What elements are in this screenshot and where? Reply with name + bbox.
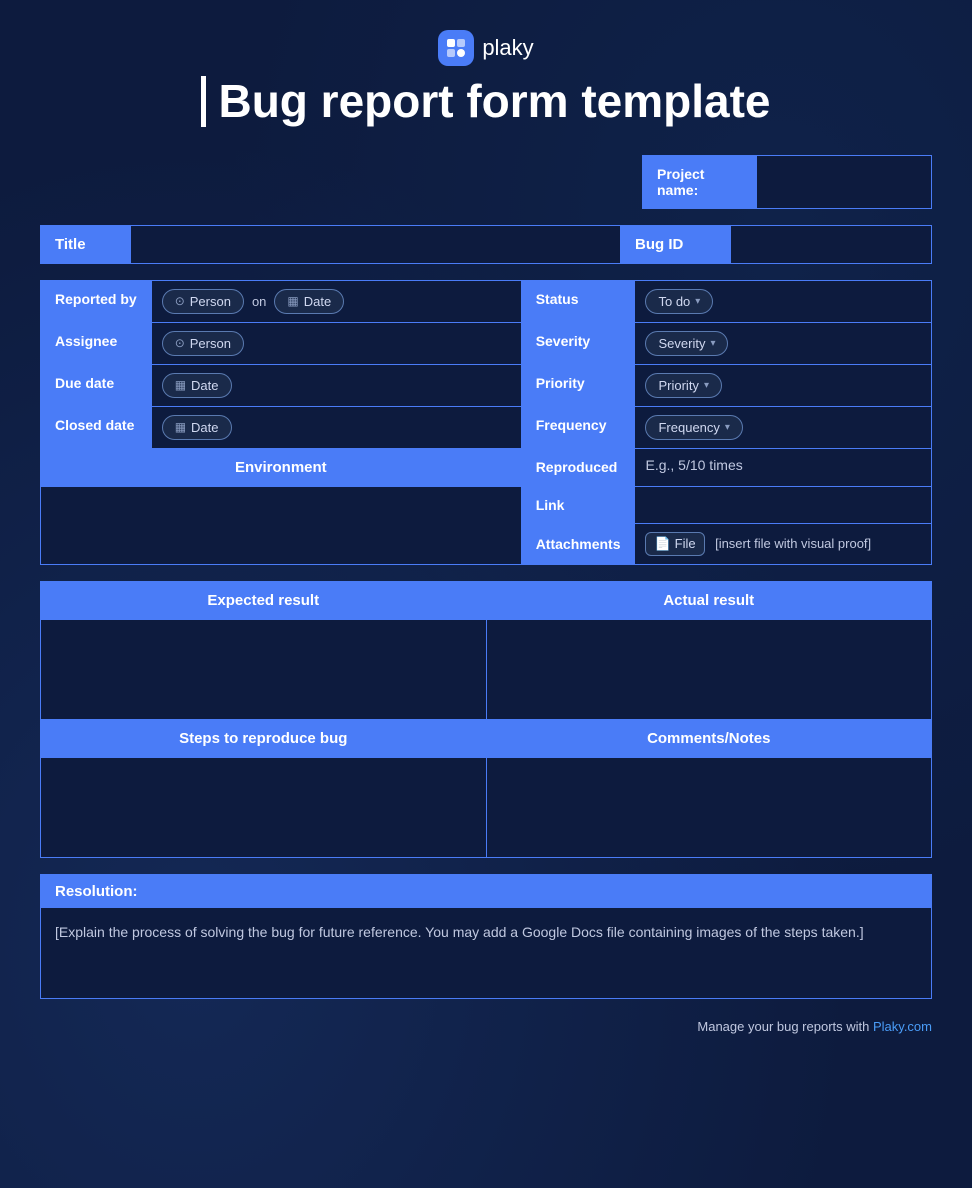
closed-date-label: Closed date — [41, 406, 152, 448]
main-form-table: Reported by ⊙ Person on ▦ Date Status — [40, 280, 932, 565]
frequency-dropdown-label: Frequency — [658, 420, 719, 435]
calendar-icon-closed: ▦ — [175, 420, 186, 434]
frequency-value-cell: Frequency ▾ — [635, 406, 932, 448]
file-hint: [insert file with visual proof] — [715, 536, 871, 551]
file-badge[interactable]: 📄 File — [645, 532, 704, 556]
due-date-pill-label: Date — [191, 378, 218, 393]
closed-date-value: ▦ Date — [151, 406, 521, 448]
link-value-cell[interactable] — [635, 486, 932, 523]
priority-dropdown-arrow: ▾ — [704, 380, 709, 391]
closed-date-pill[interactable]: ▦ Date — [162, 415, 232, 440]
resolution-box: Resolution: [Explain the process of solv… — [40, 874, 932, 999]
footer-text: Manage your bug reports with — [697, 1019, 873, 1034]
severity-value-cell: Severity ▾ — [635, 322, 932, 364]
person-pill-label: Person — [190, 294, 231, 309]
comments-value[interactable] — [486, 757, 932, 857]
steps-header: Steps to reproduce bug — [41, 719, 487, 757]
project-label: Project name: — [643, 155, 757, 208]
attachments-value-cell: 📄 File [insert file with visual proof] — [635, 523, 932, 564]
bugid-label: Bug ID — [621, 225, 731, 263]
assignee-person-label: Person — [190, 336, 231, 351]
status-dropdown-arrow: ▾ — [695, 296, 700, 307]
due-date-value: ▦ Date — [151, 364, 521, 406]
priority-value-cell: Priority ▾ — [635, 364, 932, 406]
frequency-label: Frequency — [521, 406, 635, 448]
expected-result-header: Expected result — [41, 581, 487, 619]
person-pill-assignee[interactable]: ⊙ Person — [162, 331, 244, 356]
severity-dropdown[interactable]: Severity ▾ — [645, 331, 728, 356]
bugid-input-cell[interactable] — [731, 225, 932, 263]
steps-value[interactable] — [41, 757, 487, 857]
frequency-dropdown-arrow: ▾ — [725, 422, 730, 433]
person-icon-assignee: ⊙ — [175, 336, 185, 350]
title-label: Title — [41, 225, 131, 263]
status-label: Status — [521, 280, 635, 322]
title-input-cell[interactable] — [131, 225, 621, 263]
comments-header: Comments/Notes — [486, 719, 932, 757]
date-pill-label: Date — [304, 294, 331, 309]
severity-dropdown-label: Severity — [658, 336, 705, 351]
person-pill-reported[interactable]: ⊙ Person — [162, 289, 244, 314]
project-row: Project name: — [40, 155, 932, 209]
project-table: Project name: — [642, 155, 932, 209]
due-date-label: Due date — [41, 364, 152, 406]
reported-by-label: Reported by — [41, 280, 152, 322]
on-label: on — [252, 294, 266, 309]
page-header: plaky Bug report form template — [40, 30, 932, 127]
date-pill-reported[interactable]: ▦ Date — [274, 289, 344, 314]
resolution-value[interactable]: [Explain the process of solving the bug … — [41, 908, 931, 998]
priority-dropdown[interactable]: Priority ▾ — [645, 373, 721, 398]
severity-dropdown-arrow: ▾ — [710, 338, 715, 349]
results-table: Expected result Actual result Steps to r… — [40, 581, 932, 858]
file-icon: 📄 — [654, 536, 670, 552]
environment-value-cell[interactable] — [41, 486, 522, 564]
status-dropdown-label: To do — [658, 294, 690, 309]
frequency-dropdown[interactable]: Frequency ▾ — [645, 415, 742, 440]
status-dropdown[interactable]: To do ▾ — [645, 289, 713, 314]
reproduced-label: Reproduced — [521, 448, 635, 486]
logo-row: plaky — [438, 30, 533, 66]
footer-link[interactable]: Plaky.com — [873, 1019, 932, 1034]
assignee-label: Assignee — [41, 322, 152, 364]
priority-dropdown-label: Priority — [658, 378, 698, 393]
reproduced-value[interactable]: E.g., 5/10 times — [635, 448, 932, 486]
environment-header: Environment — [41, 448, 522, 486]
project-value-cell[interactable] — [756, 155, 931, 208]
actual-result-header: Actual result — [486, 581, 932, 619]
priority-label: Priority — [521, 364, 635, 406]
expected-result-value[interactable] — [41, 619, 487, 719]
link-label: Link — [521, 486, 635, 523]
status-value-cell: To do ▾ — [635, 280, 932, 322]
plaky-logo-icon — [438, 30, 474, 66]
calendar-icon-reported: ▦ — [287, 294, 298, 308]
page-title: Bug report form template — [201, 76, 770, 127]
due-date-pill[interactable]: ▦ Date — [162, 373, 232, 398]
assignee-value: ⊙ Person — [151, 322, 521, 364]
actual-result-value[interactable] — [486, 619, 932, 719]
title-bugid-table: Title Bug ID — [40, 225, 932, 264]
logo-text: plaky — [482, 35, 533, 61]
file-badge-label: File — [675, 536, 696, 551]
reported-by-value: ⊙ Person on ▦ Date — [151, 280, 521, 322]
resolution-header: Resolution: — [41, 875, 931, 908]
attachments-label: Attachments — [521, 523, 635, 564]
person-icon-reported: ⊙ — [175, 294, 185, 308]
severity-label: Severity — [521, 322, 635, 364]
footer: Manage your bug reports with Plaky.com — [40, 1019, 932, 1034]
calendar-icon-due: ▦ — [175, 378, 186, 392]
closed-date-pill-label: Date — [191, 420, 218, 435]
